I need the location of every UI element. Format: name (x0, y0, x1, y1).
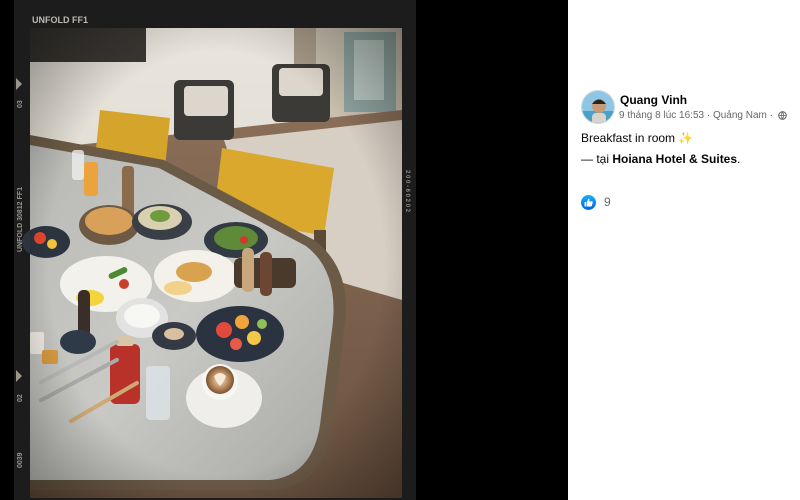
caption-text: Breakfast in room (581, 131, 676, 145)
photo-viewer: UNFOLD FF1 2 0 0 - 6 0 2 0 2 UNFOLD 3081… (0, 0, 568, 500)
avatar-image-icon (582, 91, 614, 123)
post-detail-panel: Quang Vinh 9 tháng 8 lúc 16:53 · Quảng N… (568, 0, 800, 500)
globe-icon[interactable] (777, 111, 787, 123)
film-frame-03: 03 (17, 100, 24, 108)
post-caption: Breakfast in room ✨ (581, 131, 693, 145)
post-header: Quang Vinh 9 tháng 8 lúc 16:53 · Quảng N… (581, 90, 796, 126)
film-edge-code-left: UNFOLD 30812 FF1 (17, 187, 24, 252)
author-name[interactable]: Quang Vinh (620, 93, 687, 107)
checkin-suffix: . (737, 152, 741, 166)
meta-separator-2: · (766, 110, 776, 121)
film-edge-code-right: 2 0 0 - 6 0 2 0 2 (404, 170, 410, 213)
post-date[interactable]: 9 tháng 8 lúc 16:53 (619, 110, 704, 121)
checkin-place-link[interactable]: Hoiana Hotel & Suites (612, 152, 737, 166)
film-frame-02: 02 (17, 394, 24, 402)
avatar[interactable] (581, 90, 615, 124)
like-icon (581, 194, 596, 210)
checkin-prefix: — tại (581, 152, 613, 166)
post-photo[interactable]: UNFOLD FF1 2 0 0 - 6 0 2 0 2 UNFOLD 3081… (14, 0, 416, 500)
post-meta: 9 tháng 8 lúc 16:53 · Quảng Nam · (619, 110, 787, 123)
post-location[interactable]: Quảng Nam (713, 110, 767, 121)
reaction-summary[interactable]: 9 (581, 194, 611, 210)
film-brand: UNFOLD FF1 (32, 15, 88, 25)
checkin-line: — tại Hoiana Hotel & Suites. (581, 152, 740, 166)
film-frame-0039: 0039 (17, 452, 24, 468)
meta-separator: · (704, 110, 713, 121)
reaction-count: 9 (604, 195, 611, 209)
sparkles-icon: ✨ (678, 131, 694, 145)
